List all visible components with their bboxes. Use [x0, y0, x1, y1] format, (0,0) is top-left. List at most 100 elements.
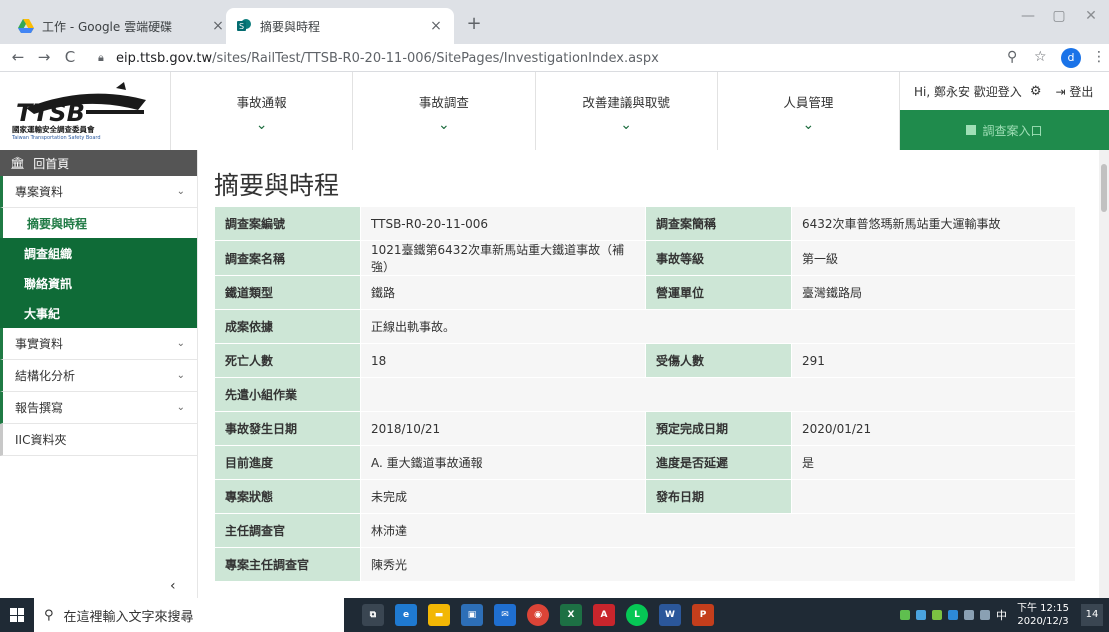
new-tab-button[interactable]: + [462, 14, 486, 34]
zoom-icon[interactable]: ⚲ [1007, 49, 1017, 65]
field-value: 6432次車普悠瑪新馬站重大運輸事故 [791, 206, 1076, 241]
sidebar-sub-organization[interactable]: 調查組織 [0, 238, 197, 268]
nav-accident-investigation[interactable]: 事故調查 ⌄ [353, 72, 536, 150]
address-bar[interactable]: 🔒︎ eip.ttsb.gov.tw/sites/RailTest/TTSB-R… [98, 47, 1038, 69]
investigation-entry-button[interactable]: 調查案入口 [900, 110, 1109, 150]
table-row: 專案主任調查官 陳秀光 [214, 547, 1076, 582]
edge-icon[interactable]: e [395, 604, 417, 626]
field-value: 鐵路 [360, 275, 646, 310]
word-icon[interactable]: W [659, 604, 681, 626]
nav-personnel[interactable]: 人員管理 ⌄ [718, 72, 900, 150]
field-label: 調查案編號 [214, 206, 361, 241]
store-icon[interactable]: ▣ [461, 604, 483, 626]
field-label: 專案主任調查官 [214, 547, 361, 582]
table-row: 目前進度 A. 重大鐵道事故通報 進度是否延遲是 [214, 445, 1076, 480]
table-row: 鐵道類型 鐵路 營運單位 臺灣鐵路局 [214, 275, 1076, 310]
nav-label: 人員管理 [783, 94, 834, 110]
field-label: 受傷人數 [645, 343, 792, 378]
task-view-icon[interactable]: ⧉ [362, 604, 384, 626]
field-label: 鐵道類型 [214, 275, 361, 310]
forward-button[interactable]: → [34, 48, 54, 66]
powerpoint-icon[interactable]: P [692, 604, 714, 626]
notification-center-button[interactable]: 14 [1081, 604, 1103, 626]
bank-icon: 🏛︎ [10, 156, 26, 170]
start-button[interactable] [0, 598, 34, 632]
acrobat-icon[interactable]: A [593, 604, 615, 626]
sidebar-sub-contacts[interactable]: 聯絡資訊 [0, 268, 197, 298]
field-value: 林沛達 [360, 513, 1076, 548]
mail-icon[interactable]: ✉ [494, 604, 516, 626]
ttsb-logo[interactable]: TTSB 國家運輸安全調查委員會 Taiwan Transportation S… [6, 80, 166, 142]
back-button[interactable]: ← [8, 48, 28, 66]
windows-icon [10, 608, 24, 622]
sidebar-item-iic-folder[interactable]: IIC資料夾 [0, 424, 197, 456]
chrome-icon[interactable]: ◉ [527, 604, 549, 626]
field-label: 進度是否延遲 [645, 445, 792, 480]
table-row: 調查案編號 TTSB-R0-20-11-006 調查案簡稱 6432次車普悠瑪新馬站重… [214, 206, 1076, 241]
sidebar-item-structured-analysis[interactable]: 結構化分析 ⌄ [0, 360, 197, 392]
reload-button[interactable]: C [60, 48, 80, 66]
field-value: 2018/10/21 [360, 411, 646, 446]
profile-avatar[interactable]: d [1061, 48, 1081, 68]
menu-kebab-icon[interactable]: ⋮ [1092, 49, 1106, 65]
sidebar-sub-summary[interactable]: 摘要與時程 [0, 208, 197, 238]
ime-indicator[interactable]: 中 [996, 607, 1007, 623]
tab-close-icon[interactable]: × [428, 18, 444, 34]
sidebar-item-project-data[interactable]: 專案資料 ⌄ [0, 176, 197, 208]
table-row: 調查案名稱 1021臺鐵第6432次車新馬站重大鐵道事故（補強） 事故等級 第一級 [214, 240, 1076, 276]
volume-icon[interactable] [980, 610, 990, 620]
table-row: 先遣小組作業 [214, 377, 1076, 412]
sidebar-sub-chronicle[interactable]: 大事紀 [0, 298, 197, 328]
logout-link[interactable]: ⇥ 登出 [1055, 83, 1093, 100]
tab-close-icon[interactable]: × [210, 18, 226, 34]
svg-text:Taiwan Transportation Safety B: Taiwan Transportation Safety Board [11, 135, 101, 141]
sidebar-item-label: 結構化分析 [15, 369, 76, 383]
browser-toolbar: ← → C 🔒︎ eip.ttsb.gov.tw/sites/RailTest/… [0, 44, 1109, 72]
excel-icon[interactable]: X [560, 604, 582, 626]
search-icon: ⚲ [44, 607, 54, 623]
tray-app-icon[interactable] [932, 610, 942, 620]
sidebar-item-factual-data[interactable]: 事實資料 ⌄ [0, 328, 197, 360]
bluetooth-icon[interactable] [948, 610, 958, 620]
field-value: 1021臺鐵第6432次車新馬站重大鐵道事故（補強） [360, 240, 646, 276]
tab-google-drive[interactable]: 工作 - Google 雲端硬碟 × [8, 8, 236, 44]
taskbar-search[interactable]: ⚲ 在這裡輸入文字來搜尋 [34, 598, 344, 632]
clock-date: 2020/12/3 [1017, 616, 1069, 627]
collapse-sidebar-icon[interactable]: ‹ [170, 578, 176, 594]
gear-icon[interactable]: ⚙ [1030, 84, 1042, 99]
sidebar: 🏛︎ 回首頁 專案資料 ⌄ 摘要與時程 調查組織 聯絡資訊 大事紀 事實資料 ⌄… [0, 150, 198, 598]
url-text: eip.ttsb.gov.tw/sites/RailTest/TTSB-R0-2… [116, 50, 659, 66]
line-icon[interactable]: L [626, 604, 648, 626]
close-window-button[interactable]: ✕ [1076, 8, 1106, 24]
home-link[interactable]: 🏛︎ 回首頁 [0, 150, 197, 176]
tray-app-icon[interactable] [916, 610, 926, 620]
chevron-down-icon: ⌄ [176, 338, 185, 349]
maximize-button[interactable]: ▢ [1044, 8, 1074, 24]
field-label: 預定完成日期 [645, 411, 792, 446]
page-scrollbar[interactable] [1099, 150, 1109, 598]
chevron-down-icon: ⌄ [176, 402, 185, 413]
browser-tab-strip: 工作 - Google 雲端硬碟 × S 摘要與時程 × + — ▢ ✕ [0, 0, 1109, 44]
bookmark-star-icon[interactable]: ☆ [1034, 49, 1047, 65]
scrollbar-thumb[interactable] [1101, 164, 1107, 212]
sidebar-item-label: 事實資料 [15, 337, 64, 351]
nav-accident-report[interactable]: 事故通報 ⌄ [171, 72, 354, 150]
svg-text:國家運輸安全調查委員會: 國家運輸安全調查委員會 [12, 124, 95, 134]
file-explorer-icon[interactable]: ▬ [428, 604, 450, 626]
sidebar-item-report-writing[interactable]: 報告撰寫 ⌄ [0, 392, 197, 424]
system-tray: 中 下午 12:15 2020/12/3 [900, 598, 1069, 632]
network-icon[interactable] [964, 610, 974, 620]
field-label: 專案狀態 [214, 479, 361, 514]
tab-investigation[interactable]: S 摘要與時程 × [226, 8, 454, 44]
field-value: 是 [791, 445, 1076, 480]
page-title: 摘要與時程 [214, 171, 340, 200]
sidebar-item-label: IIC資料夾 [15, 433, 67, 447]
nav-recommendations[interactable]: 改善建議與取號 ⌄ [536, 72, 718, 150]
tray-app-icon[interactable] [900, 610, 910, 620]
site-header: TTSB 國家運輸安全調查委員會 Taiwan Transportation S… [0, 72, 1109, 150]
field-value: 2020/01/21 [791, 411, 1076, 446]
home-label: 回首頁 [33, 156, 70, 171]
minimize-button[interactable]: — [1013, 8, 1043, 24]
clock[interactable]: 下午 12:15 2020/12/3 [1017, 602, 1069, 628]
field-value: 第一級 [791, 240, 1076, 276]
